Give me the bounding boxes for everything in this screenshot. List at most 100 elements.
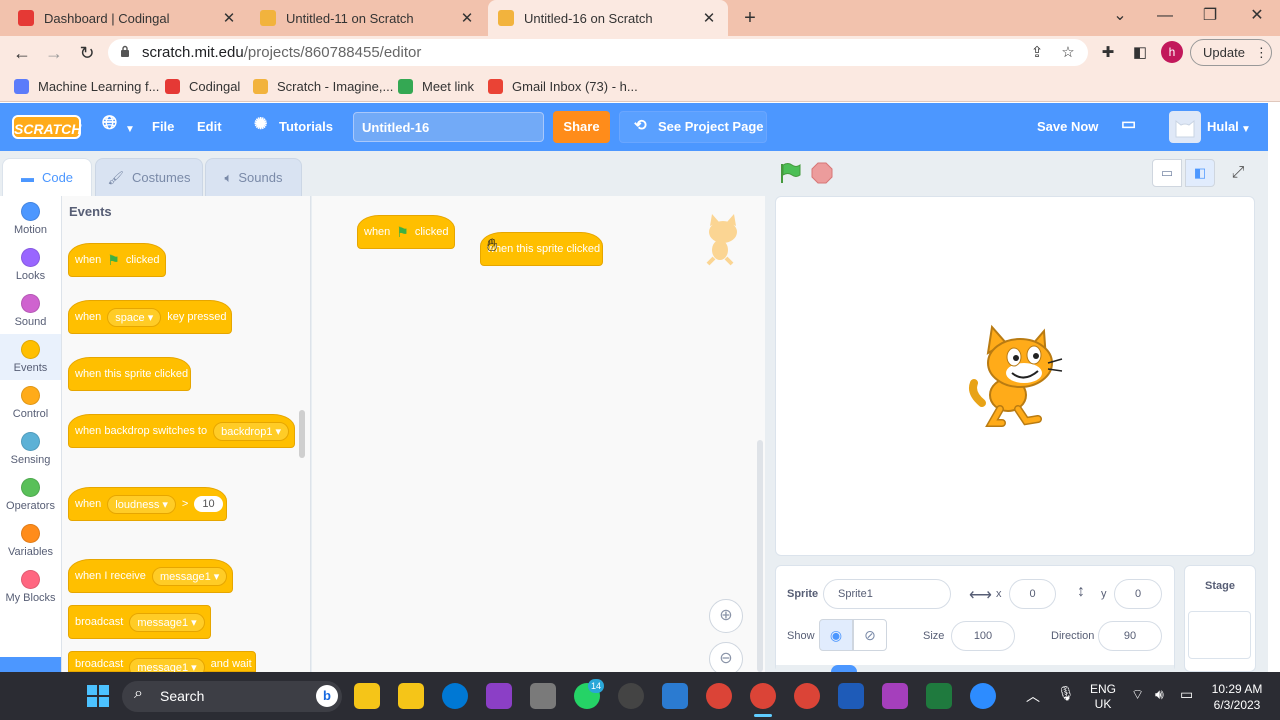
new-tab-icon[interactable]: + <box>738 6 762 30</box>
user-menu[interactable]: Hulal <box>1207 118 1239 136</box>
when-flag-clicked-block[interactable]: when ⚑ clicked <box>68 243 166 277</box>
size-input[interactable]: 100 <box>951 621 1015 651</box>
sticky-notes-app-icon[interactable] <box>354 683 380 709</box>
clock[interactable]: 10:29 AM 6/3/2023 <box>1206 681 1268 713</box>
store-app-icon[interactable] <box>530 683 556 709</box>
selected-sprite-thumb[interactable] <box>831 665 857 672</box>
side-panel-icon[interactable]: ◧ <box>1129 42 1151 64</box>
more-menu-icon[interactable]: ⋮ <box>1255 45 1268 60</box>
wifi-icon[interactable]: ⌔ <box>1131 686 1144 704</box>
show-hidden-icons-chevron-icon[interactable]: ︿ <box>1026 686 1040 706</box>
file-menu[interactable]: File <box>152 118 174 136</box>
sprite-cat-icon[interactable] <box>962 323 1066 431</box>
lock-icon[interactable] <box>120 45 130 57</box>
message-dropdown[interactable]: message1 ▾ <box>151 566 228 586</box>
category-sound[interactable]: Sound <box>0 288 61 334</box>
restore-icon[interactable]: ❐ <box>1195 4 1225 28</box>
category-events[interactable]: Events <box>0 334 61 380</box>
category-looks[interactable]: Looks <box>0 242 61 288</box>
chevron-down-icon[interactable]: ▼ <box>1241 121 1251 139</box>
save-now-button[interactable]: Save Now <box>1037 118 1098 136</box>
chrome-app-icon[interactable] <box>706 683 732 709</box>
close-tab-icon[interactable]: ✕ <box>700 9 718 27</box>
bookmark-codingal[interactable]: Codingal <box>165 76 240 96</box>
hide-eye-slash-icon[interactable]: ⊘ <box>853 619 887 651</box>
back-icon[interactable]: ← <box>10 41 34 65</box>
minimize-icon[interactable]: — <box>1150 4 1180 28</box>
language-indicator[interactable]: ENG UK <box>1088 682 1118 712</box>
chrome-profile-app-icon[interactable] <box>750 683 776 709</box>
add-extension-button[interactable] <box>0 657 61 672</box>
browser-tab-codingal[interactable]: Dashboard | Codingal ✕ <box>8 0 248 36</box>
palette-scrollbar[interactable] <box>299 410 305 458</box>
word-app-icon[interactable] <box>838 683 864 709</box>
bookmark-meet-link[interactable]: Meet link <box>398 76 474 96</box>
close-tab-icon[interactable]: ✕ <box>458 9 476 27</box>
see-project-page-button[interactable]: ⟲ See Project Page <box>619 111 767 143</box>
windows-start-icon[interactable] <box>86 684 110 708</box>
microphone-icon[interactable]: 🎙︎ <box>1057 685 1075 702</box>
loudness-dropdown[interactable]: loudness ▾ <box>107 494 176 514</box>
volume-icon[interactable]: 🔊︎ <box>1155 686 1164 703</box>
profile-avatar[interactable]: h <box>1161 41 1183 63</box>
message-dropdown[interactable]: message1 ▾ <box>129 612 205 632</box>
close-tab-icon[interactable]: ✕ <box>220 9 238 27</box>
reload-icon[interactable]: ↻ <box>75 41 99 65</box>
zoom-in-button[interactable]: ⊕ <box>709 599 743 633</box>
bookmark-gmail[interactable]: Gmail Inbox (73) - h... <box>488 76 638 96</box>
when-key-pressed-block[interactable]: when space ▾ key pressed <box>68 300 232 334</box>
onenote-app-icon[interactable] <box>486 683 512 709</box>
sprite-name-input[interactable] <box>823 579 951 609</box>
chrome-m-app-icon[interactable] <box>794 683 820 709</box>
workspace-when-flag-clicked-block[interactable]: when ⚑ clicked <box>357 215 455 249</box>
bookmark-star-icon[interactable]: ☆ <box>1057 42 1079 64</box>
broadcast-and-wait-block[interactable]: broadcast message1 ▾ and wait <box>68 651 256 677</box>
small-stage-icon[interactable]: ▭ <box>1152 159 1182 187</box>
nox-app-icon[interactable] <box>618 683 644 709</box>
scratch-logo[interactable]: SCRATCH <box>12 115 81 139</box>
category-variables[interactable]: Variables <box>0 518 61 564</box>
forward-icon[interactable]: → <box>42 41 66 65</box>
close-window-icon[interactable]: ✕ <box>1242 4 1272 28</box>
my-stuff-folder-icon[interactable]: ▭ <box>1121 116 1136 134</box>
update-button[interactable]: Update ⋮ <box>1190 39 1272 66</box>
stop-sign-icon[interactable] <box>811 162 833 184</box>
browser-tab-untitled-11[interactable]: Untitled-11 on Scratch ✕ <box>250 0 486 36</box>
tab-code[interactable]: ▬ Code <box>2 158 92 196</box>
when-backdrop-switches-block[interactable]: when backdrop switches to backdrop1 ▾ <box>68 414 295 448</box>
edit-menu[interactable]: Edit <box>197 118 222 136</box>
green-flag-icon[interactable] <box>778 161 802 185</box>
share-page-icon[interactable]: ⇪ <box>1026 42 1048 64</box>
bing-icon[interactable]: b <box>316 685 338 707</box>
workspace-when-sprite-clicked-block[interactable]: when this sprite clicked <box>480 232 603 266</box>
edge-app-icon[interactable] <box>442 683 468 709</box>
language-globe-icon[interactable]: 🌐︎ <box>102 114 117 133</box>
when-sprite-clicked-block[interactable]: when this sprite clicked <box>68 357 191 391</box>
category-sensing[interactable]: Sensing <box>0 426 61 472</box>
stage-backdrop-thumbnail[interactable] <box>1188 611 1251 659</box>
workspace-scrollbar[interactable] <box>757 440 763 672</box>
browser-tab-untitled-16[interactable]: Untitled-16 on Scratch ✕ <box>488 0 728 36</box>
broadcast-block[interactable]: broadcast message1 ▾ <box>68 605 211 639</box>
extensions-puzzle-icon[interactable]: ✚ <box>1097 42 1119 64</box>
lightbulb-icon[interactable]: ✺ <box>254 116 267 134</box>
share-button[interactable]: Share <box>553 111 610 143</box>
y-input[interactable]: 0 <box>1114 579 1162 609</box>
category-motion[interactable]: Motion <box>0 196 61 242</box>
zoom-out-button[interactable]: ⊖ <box>709 642 743 676</box>
backdrop-dropdown[interactable]: backdrop1 ▾ <box>213 421 290 441</box>
excel-app-icon[interactable] <box>926 683 952 709</box>
loudness-number-input[interactable]: 10 <box>194 496 223 512</box>
bookmark-machine-learning[interactable]: Machine Learning f... <box>14 76 159 96</box>
category-my-blocks[interactable]: My Blocks <box>0 564 61 610</box>
fullscreen-icon[interactable]: ⤢ <box>1224 159 1252 187</box>
x-input[interactable]: 0 <box>1009 579 1056 609</box>
tab-costumes[interactable]: 🖌︎ Costumes <box>95 158 203 196</box>
when-i-receive-block[interactable]: when I receive message1 ▾ <box>68 559 233 593</box>
vscode-app-icon[interactable] <box>662 683 688 709</box>
user-avatar[interactable] <box>1169 111 1201 143</box>
code-workspace[interactable] <box>312 196 765 672</box>
tutorials-menu[interactable]: Tutorials <box>279 118 333 136</box>
taskbar-search-box[interactable]: Search <box>122 681 342 712</box>
key-dropdown[interactable]: space ▾ <box>107 307 162 327</box>
